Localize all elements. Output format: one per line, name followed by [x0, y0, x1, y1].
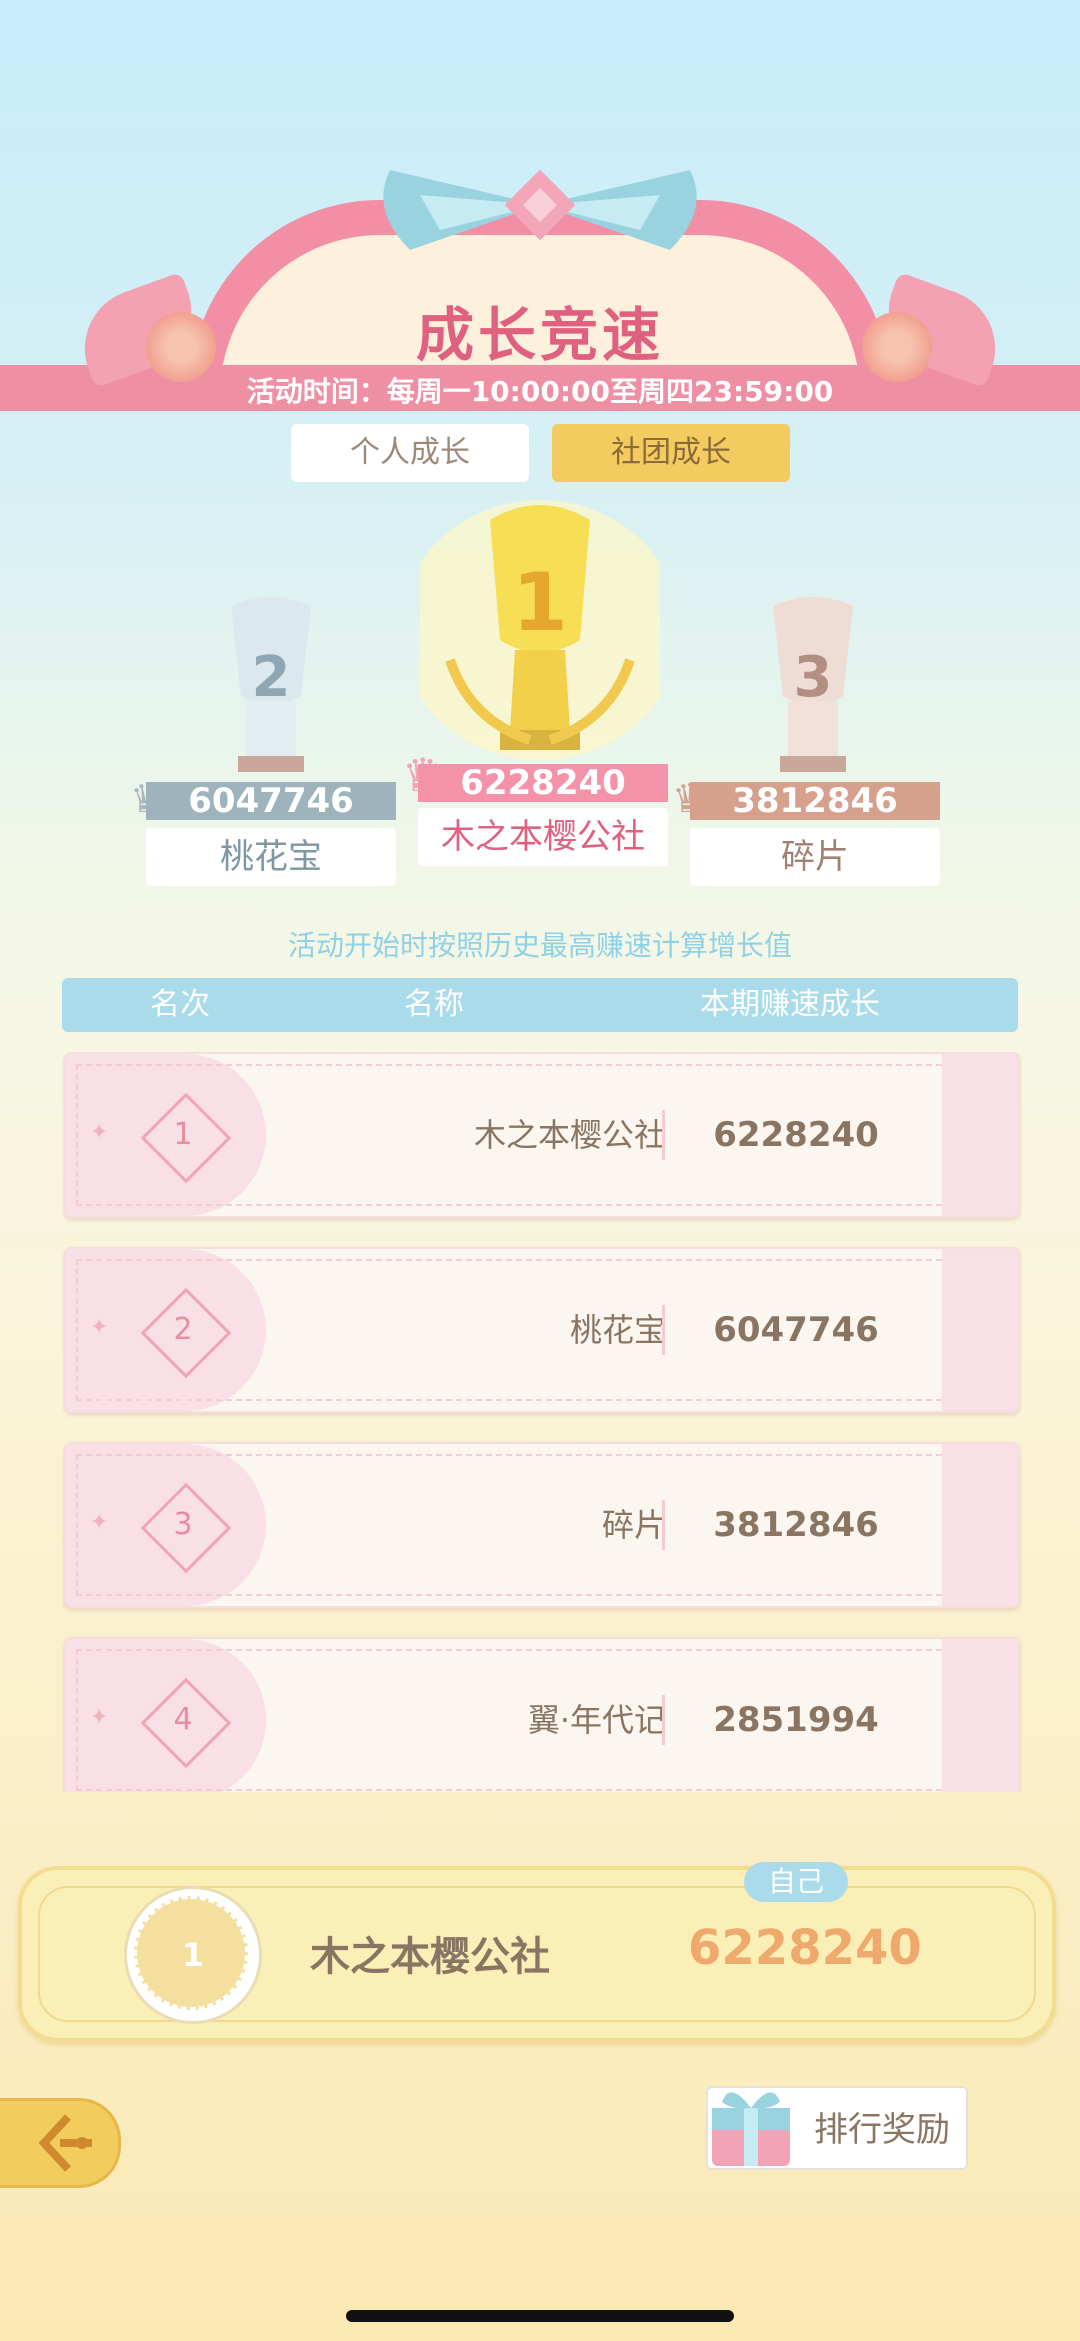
row-name: 桃花宝: [569, 1311, 666, 1349]
row-value: 6047746: [713, 1310, 879, 1350]
header-name: 名称: [404, 987, 464, 1022]
table-row[interactable]: ✦ 2 桃花宝 6047746: [64, 1247, 1020, 1413]
growth-note: 活动开始时按照历史最高赚速计算增长值: [287, 929, 792, 962]
table-header: 名次 名称 本期赚速成长: [62, 978, 1018, 1032]
tab-personal-growth[interactable]: 个人成长: [291, 424, 529, 482]
table-row[interactable]: ✦ 1 木之本樱公社 6228240: [64, 1052, 1020, 1218]
sparkle-icon: ✦: [90, 1315, 109, 1340]
row-value: 2851994: [713, 1700, 879, 1740]
header-rank: 名次: [150, 987, 210, 1022]
row-right-decor: [942, 1639, 1018, 1792]
row-rank: 4: [173, 1702, 193, 1737]
self-name: 木之本樱公社: [310, 1934, 550, 1980]
tab-club-growth[interactable]: 社团成长: [552, 424, 790, 482]
row-value: 3812846: [713, 1505, 879, 1545]
row-rank: 1: [173, 1117, 193, 1152]
gift-icon: [712, 2092, 790, 2166]
row-separator: [662, 1305, 665, 1355]
sparkle-icon: ✦: [90, 1705, 109, 1730]
self-value: 6228240: [688, 1920, 922, 1976]
self-rank: 1: [181, 1936, 205, 1974]
page-title: 成长竞速: [415, 301, 664, 369]
row-value: 6228240: [713, 1115, 879, 1155]
bow-icon: [383, 169, 697, 250]
row-separator: [662, 1110, 665, 1160]
sparkle-icon: ✦: [90, 1510, 109, 1535]
home-indicator[interactable]: [346, 2310, 734, 2322]
table-row[interactable]: ✦ 3 碎片 3812846: [64, 1442, 1020, 1608]
svg-text:2: 2: [252, 645, 291, 710]
row-rank: 2: [173, 1312, 193, 1347]
trophy-icon: 3: [773, 597, 853, 772]
back-button[interactable]: [0, 2098, 121, 2188]
trophy-icon: 2: [231, 597, 311, 772]
row-name: 木之本樱公社: [473, 1116, 666, 1154]
ranking-reward-label: 排行奖励: [814, 2110, 950, 2150]
back-icon: [38, 2114, 92, 2172]
trophy-icon: 1: [420, 500, 660, 760]
first-name: 木之本樱公社: [418, 808, 668, 866]
header-growth: 本期赚速成长: [700, 987, 880, 1022]
third-name: 碎片: [690, 828, 940, 886]
ranking-list[interactable]: ✦ 1 木之本樱公社 6228240 ✦ 2 桃花宝 6047746 ✦ 3 碎…: [62, 1052, 1022, 1792]
row-right-decor: [942, 1444, 1018, 1606]
row-right-decor: [942, 1249, 1018, 1411]
row-right-decor: [942, 1054, 1018, 1216]
row-name: 碎片: [601, 1506, 666, 1544]
third-value: 3812846: [690, 782, 940, 820]
row-name: 翼·年代记: [527, 1701, 666, 1739]
row-separator: [662, 1500, 665, 1550]
table-row[interactable]: ✦ 4 翼·年代记 2851994: [64, 1637, 1020, 1792]
second-name: 桃花宝: [146, 828, 396, 886]
svg-text:3: 3: [794, 645, 833, 710]
self-tag: 自己: [744, 1862, 848, 1902]
sparkle-icon: ✦: [90, 1120, 109, 1145]
second-value: 6047746: [146, 782, 396, 820]
first-value: 6228240: [418, 764, 668, 802]
row-separator: [662, 1695, 665, 1745]
event-time: 活动时间：每周一10:00:00至周四23:59:00: [246, 375, 834, 408]
svg-text:1: 1: [512, 556, 568, 649]
row-rank: 3: [173, 1507, 193, 1542]
